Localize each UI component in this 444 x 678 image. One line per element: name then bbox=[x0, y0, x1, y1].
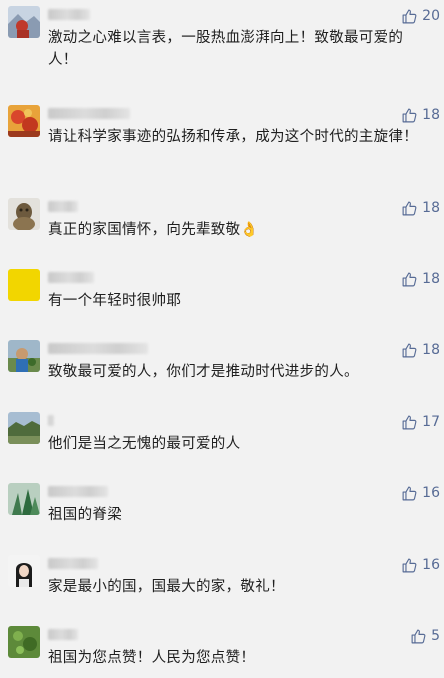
like-button[interactable]: 20 bbox=[401, 6, 440, 26]
commenter-name-blurred bbox=[48, 108, 130, 119]
like-button[interactable]: 18 bbox=[401, 198, 440, 218]
thumbs-up-icon bbox=[401, 342, 418, 359]
avatar[interactable] bbox=[8, 626, 40, 658]
like-count: 20 bbox=[422, 8, 440, 24]
like-button[interactable]: 16 bbox=[401, 483, 440, 503]
comment-text: 有一个年轻时很帅耶 bbox=[48, 293, 182, 309]
like-button[interactable]: 18 bbox=[401, 340, 440, 360]
avatar[interactable] bbox=[8, 6, 40, 38]
like-button[interactable]: 16 bbox=[401, 555, 440, 575]
commenter-name-blurred bbox=[48, 343, 148, 354]
comment-text: 请让科学家事迹的弘扬和传承，成为这个时代的主旋律！ bbox=[48, 129, 418, 145]
commenter-name-blurred bbox=[48, 9, 90, 20]
like-button[interactable]: 18 bbox=[401, 269, 440, 289]
commenter-name-blurred bbox=[48, 272, 94, 283]
thumbs-up-icon bbox=[401, 557, 418, 574]
like-button[interactable]: 5 bbox=[410, 626, 440, 646]
avatar[interactable] bbox=[8, 412, 40, 444]
comment-text: 祖国为您点赞！人民为您点赞！ bbox=[48, 650, 256, 666]
commenter-name-blurred bbox=[48, 629, 78, 640]
avatar[interactable] bbox=[8, 198, 40, 230]
thumbs-up-icon bbox=[401, 414, 418, 431]
comment-text: 他们是当之无愧的最可爱的人 bbox=[48, 436, 241, 452]
commenter-name-blurred bbox=[48, 558, 98, 569]
like-count: 16 bbox=[422, 485, 440, 501]
thumbs-up-icon bbox=[401, 8, 418, 25]
comment-text: 家是最小的国，国最大的家，敬礼！ bbox=[48, 579, 285, 595]
like-count: 18 bbox=[422, 342, 440, 358]
thumbs-up-icon bbox=[410, 628, 427, 645]
like-count: 17 bbox=[422, 414, 440, 430]
like-button[interactable]: 18 bbox=[401, 105, 440, 125]
comment-text: 致敬最可爱的人，你们才是推动时代进步的人。 bbox=[48, 364, 359, 380]
comment-text: 激动之心难以言表，一股热血澎湃向上！致敬最可爱的人！ bbox=[48, 30, 404, 68]
like-count: 18 bbox=[422, 271, 440, 287]
avatar[interactable] bbox=[8, 483, 40, 515]
thumbs-up-icon bbox=[401, 200, 418, 217]
comment-text: 真正的家国情怀，向先辈致敬👌 bbox=[48, 222, 259, 238]
like-count: 18 bbox=[422, 107, 440, 123]
avatar[interactable] bbox=[8, 555, 40, 587]
comment-text: 祖国的脊梁 bbox=[48, 507, 122, 523]
commenter-name-blurred bbox=[48, 415, 54, 426]
commenter-name-blurred bbox=[48, 486, 108, 497]
thumbs-up-icon bbox=[401, 485, 418, 502]
like-count: 16 bbox=[422, 557, 440, 573]
avatar[interactable] bbox=[8, 269, 40, 301]
commenter-name-blurred bbox=[48, 201, 78, 212]
like-button[interactable]: 17 bbox=[401, 412, 440, 432]
avatar[interactable] bbox=[8, 105, 40, 137]
thumbs-up-icon bbox=[401, 107, 418, 124]
thumbs-up-icon bbox=[401, 271, 418, 288]
like-count: 18 bbox=[422, 200, 440, 216]
like-count: 5 bbox=[431, 628, 440, 644]
avatar[interactable] bbox=[8, 340, 40, 372]
